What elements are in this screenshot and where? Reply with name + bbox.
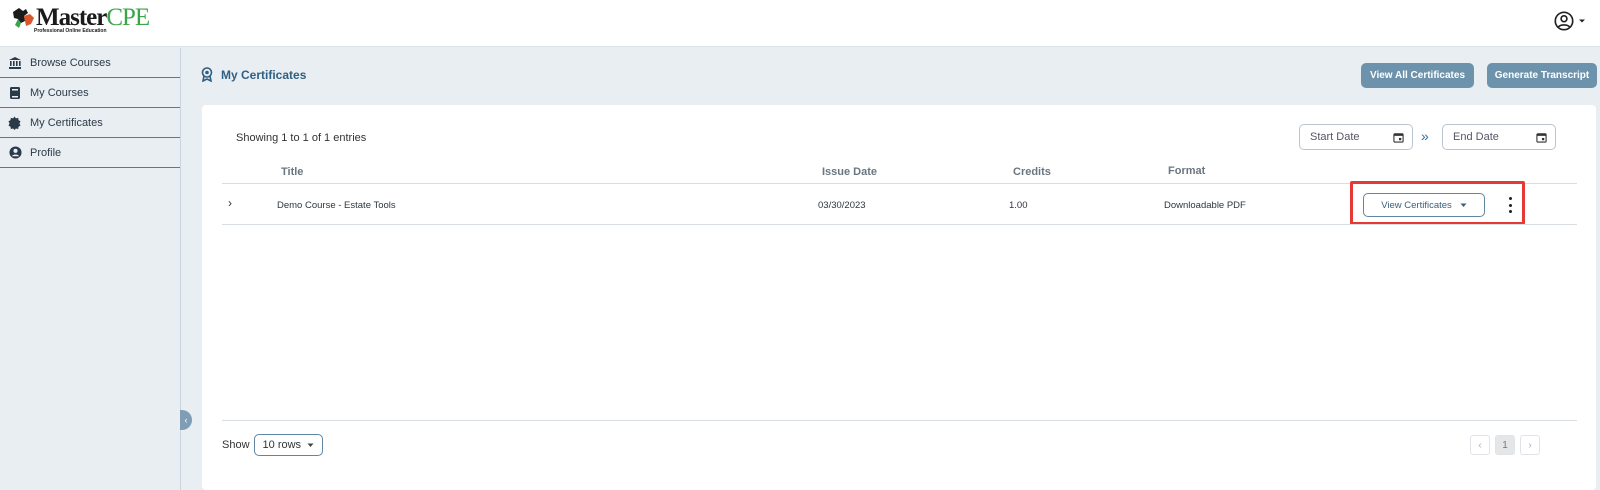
chevron-down-icon bbox=[1579, 19, 1585, 23]
cell-title: Demo Course - Estate Tools bbox=[277, 200, 396, 211]
sidebar-item-my-courses[interactable]: My Courses bbox=[0, 78, 180, 108]
column-header-format[interactable]: Format bbox=[1168, 165, 1205, 177]
book-icon bbox=[0, 86, 30, 100]
caret-down-icon bbox=[1460, 203, 1467, 207]
page-title: My Certificates bbox=[201, 67, 306, 82]
show-label: Show bbox=[222, 439, 250, 451]
generate-transcript-button[interactable]: Generate Transcript bbox=[1487, 63, 1597, 88]
start-date-input[interactable]: Start Date bbox=[1299, 124, 1413, 150]
sidebar-item-label: Browse Courses bbox=[30, 56, 111, 69]
page-header: My Certificates View All Certificates Ge… bbox=[181, 48, 1600, 104]
expand-row-chevron-icon[interactable]: › bbox=[228, 196, 232, 210]
logo-cpe-text: CPE bbox=[106, 4, 150, 31]
cell-format: Downloadable PDF bbox=[1164, 200, 1246, 211]
calendar-icon bbox=[1536, 132, 1547, 143]
start-date-placeholder: Start Date bbox=[1310, 131, 1360, 143]
cell-issue-date: 03/30/2023 bbox=[818, 200, 866, 211]
next-page-button[interactable]: › bbox=[1520, 435, 1540, 455]
sidebar-item-label: My Certificates bbox=[30, 116, 103, 129]
logo-master-text: Master bbox=[36, 4, 107, 31]
page-size-control: Show 10 rows bbox=[222, 434, 324, 456]
page-number-button[interactable]: 1 bbox=[1495, 435, 1515, 455]
sidebar-item-label: Profile bbox=[30, 146, 62, 159]
certificates-card: Showing 1 to 1 of 1 entries Start Date »… bbox=[202, 105, 1596, 490]
view-all-certificates-button[interactable]: View All Certificates bbox=[1361, 63, 1474, 88]
user-menu[interactable] bbox=[1553, 10, 1586, 32]
page-title-text: My Certificates bbox=[221, 67, 307, 82]
column-header-credits[interactable]: Credits bbox=[1013, 166, 1051, 178]
sidebar-item-browse-courses[interactable]: Browse Courses bbox=[0, 48, 180, 78]
cell-credits: 1.00 bbox=[1009, 200, 1028, 211]
footer-divider bbox=[222, 420, 1577, 421]
rows-per-page-value: 10 rows bbox=[262, 439, 302, 451]
entries-summary: Showing 1 to 1 of 1 entries bbox=[236, 132, 367, 144]
top-header: MasterCPE Professional Online Education bbox=[0, 0, 1600, 47]
logo-tagline: Professional Online Education bbox=[34, 28, 107, 34]
chevron-left-icon: ‹ bbox=[184, 415, 188, 425]
column-header-issue-date[interactable]: Issue Date bbox=[822, 166, 877, 178]
column-header-title[interactable]: Title bbox=[281, 166, 303, 178]
sidebar: Browse Courses My Courses My Certificate… bbox=[0, 48, 181, 490]
calendar-icon bbox=[1393, 132, 1404, 143]
badge-icon bbox=[0, 115, 30, 130]
end-date-placeholder: End Date bbox=[1453, 131, 1499, 143]
previous-page-button[interactable]: ‹ bbox=[1470, 435, 1490, 455]
view-certificates-dropdown[interactable]: View Certificates bbox=[1363, 193, 1485, 217]
rows-per-page-select[interactable]: 10 rows bbox=[253, 434, 324, 456]
row-divider bbox=[222, 224, 1577, 225]
account-circle-icon bbox=[1554, 11, 1574, 31]
date-range-separator: » bbox=[1421, 128, 1429, 144]
sidebar-item-profile[interactable]: Profile bbox=[0, 138, 180, 168]
sidebar-item-my-certificates[interactable]: My Certificates bbox=[0, 108, 180, 138]
view-certificates-label: View Certificates bbox=[1381, 199, 1452, 211]
caret-down-icon bbox=[307, 443, 314, 447]
user-circle-icon bbox=[0, 146, 30, 159]
mastercpe-logo[interactable]: MasterCPE Professional Online Education bbox=[10, 4, 150, 34]
more-options-icon[interactable] bbox=[1507, 197, 1513, 213]
end-date-input[interactable]: End Date bbox=[1442, 124, 1556, 150]
sidebar-item-label: My Courses bbox=[30, 86, 89, 99]
sidebar-collapse-button[interactable]: ‹ bbox=[180, 410, 192, 430]
award-icon bbox=[201, 67, 213, 82]
bank-icon bbox=[0, 56, 30, 70]
